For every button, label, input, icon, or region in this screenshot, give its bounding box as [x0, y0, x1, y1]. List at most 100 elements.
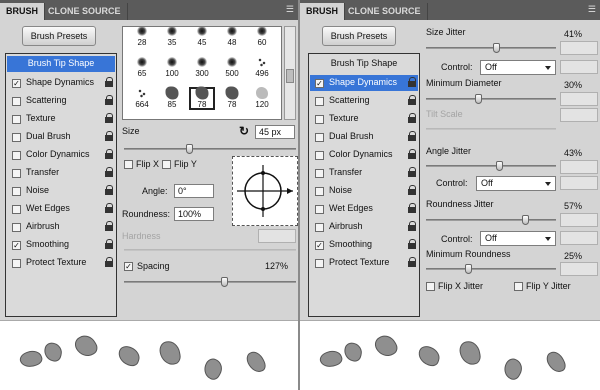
lock-icon[interactable]	[408, 203, 416, 213]
size-jitter-slider[interactable]	[426, 43, 556, 53]
flip-y-jitter-checkbox[interactable]	[514, 282, 523, 291]
option-brush-tip-shape[interactable]: Brush Tip Shape	[7, 56, 115, 72]
option-wet-edges[interactable]: Wet Edges	[310, 201, 418, 217]
option-checkbox[interactable]	[315, 259, 324, 268]
tab-clone-source[interactable]: CLONE SOURCE	[42, 3, 128, 20]
option-checkbox[interactable]: ✓	[315, 79, 324, 88]
option-scattering[interactable]: Scattering	[7, 93, 115, 109]
lock-icon[interactable]	[105, 95, 113, 105]
brush-tip-preset[interactable]: 78	[219, 86, 245, 110]
lock-icon[interactable]	[408, 167, 416, 177]
option-checkbox[interactable]	[315, 169, 324, 178]
option-transfer[interactable]: Transfer	[7, 165, 115, 181]
option-airbrush[interactable]: Airbrush	[310, 219, 418, 235]
lock-icon[interactable]	[105, 257, 113, 267]
option-color-dynamics[interactable]: Color Dynamics	[310, 147, 418, 163]
option-checkbox[interactable]	[12, 115, 21, 124]
brush-tip-preset[interactable]: 28	[129, 27, 155, 48]
option-protect-texture[interactable]: Protect Texture	[310, 255, 418, 271]
option-shape-dynamics[interactable]: ✓ Shape Dynamics	[7, 75, 115, 91]
option-checkbox[interactable]: ✓	[315, 241, 324, 250]
option-checkbox[interactable]	[12, 187, 21, 196]
brush-tip-preset[interactable]: 100	[159, 56, 185, 79]
option-wet-edges[interactable]: Wet Edges	[7, 201, 115, 217]
option-checkbox[interactable]	[315, 223, 324, 232]
option-texture[interactable]: Texture	[310, 111, 418, 127]
option-brush-tip-shape[interactable]: Brush Tip Shape	[310, 56, 418, 72]
option-checkbox[interactable]	[12, 259, 21, 268]
brush-presets-button[interactable]: Brush Presets	[22, 26, 96, 46]
option-dual-brush[interactable]: Dual Brush	[7, 129, 115, 145]
min-diameter-slider[interactable]	[426, 94, 556, 104]
min-roundness-slider[interactable]	[426, 264, 556, 274]
reset-size-icon[interactable]: ↻	[239, 124, 249, 138]
brush-tip-preset[interactable]: 500	[219, 56, 245, 79]
option-noise[interactable]: Noise	[7, 183, 115, 199]
option-checkbox[interactable]	[12, 97, 21, 106]
angle-jitter-slider[interactable]	[426, 161, 556, 171]
lock-icon[interactable]	[105, 185, 113, 195]
lock-icon[interactable]	[408, 95, 416, 105]
lock-icon[interactable]	[408, 239, 416, 249]
size-slider[interactable]	[124, 144, 296, 154]
option-smoothing[interactable]: ✓ Smoothing	[7, 237, 115, 253]
spacing-checkbox[interactable]: ✓	[124, 262, 133, 271]
option-protect-texture[interactable]: Protect Texture	[7, 255, 115, 271]
brush-presets-button[interactable]: Brush Presets	[322, 26, 396, 46]
option-checkbox[interactable]	[315, 151, 324, 160]
brush-tip-preset[interactable]: 35	[159, 27, 185, 48]
lock-icon[interactable]	[408, 149, 416, 159]
lock-icon[interactable]	[105, 149, 113, 159]
option-checkbox[interactable]	[12, 151, 21, 160]
lock-icon[interactable]	[105, 221, 113, 231]
brush-tip-preset[interactable]: 300	[189, 56, 215, 79]
option-checkbox[interactable]: ✓	[12, 241, 21, 250]
lock-icon[interactable]	[105, 131, 113, 141]
lock-icon[interactable]	[105, 239, 113, 249]
lock-icon[interactable]	[408, 221, 416, 231]
brush-tip-preset[interactable]: 45	[189, 27, 215, 48]
tab-brush[interactable]: BRUSH	[300, 3, 346, 20]
roundness-control-dropdown[interactable]: Off	[480, 231, 556, 246]
roundness-input[interactable]: 100%	[174, 207, 214, 221]
brush-tip-preset[interactable]: 120	[249, 87, 275, 110]
option-transfer[interactable]: Transfer	[310, 165, 418, 181]
option-checkbox[interactable]	[12, 133, 21, 142]
option-checkbox[interactable]	[315, 133, 324, 142]
option-airbrush[interactable]: Airbrush	[7, 219, 115, 235]
option-checkbox[interactable]	[315, 205, 324, 214]
option-checkbox[interactable]	[315, 97, 324, 106]
lock-icon[interactable]	[408, 131, 416, 141]
option-dual-brush[interactable]: Dual Brush	[310, 129, 418, 145]
lock-icon[interactable]	[408, 257, 416, 267]
lock-icon[interactable]	[105, 203, 113, 213]
brush-tip-preset[interactable]: 65	[129, 56, 155, 79]
flip-x-checkbox[interactable]	[124, 160, 133, 169]
option-checkbox[interactable]	[315, 115, 324, 124]
brush-tip-preset[interactable]: 60	[249, 27, 275, 48]
brush-tip-preset[interactable]: 78	[189, 86, 215, 110]
lock-icon[interactable]	[105, 113, 113, 123]
brush-tip-preset[interactable]: 664	[129, 87, 155, 110]
brush-grid-scrollbar[interactable]	[284, 26, 296, 120]
lock-icon[interactable]	[408, 185, 416, 195]
lock-icon[interactable]	[408, 113, 416, 123]
brush-tip-preset[interactable]: 496	[249, 56, 275, 79]
option-shape-dynamics[interactable]: ✓ Shape Dynamics	[310, 75, 418, 91]
option-checkbox[interactable]	[315, 187, 324, 196]
brush-tip-grid[interactable]: 28 35 45 48 60 65 100 300 500 496 664 85 78 78 120	[122, 26, 282, 120]
flip-x-jitter-checkbox[interactable]	[426, 282, 435, 291]
panel-menu-icon[interactable]: ☰	[588, 4, 596, 15]
flip-y-checkbox[interactable]	[162, 160, 171, 169]
option-checkbox[interactable]: ✓	[12, 79, 21, 88]
angle-input[interactable]: 0°	[174, 184, 214, 198]
angle-control-dropdown[interactable]: Off	[476, 176, 556, 191]
scrollbar-thumb[interactable]	[286, 69, 294, 83]
tab-brush[interactable]: BRUSH	[0, 3, 46, 20]
tab-clone-source[interactable]: CLONE SOURCE	[342, 3, 428, 20]
spacing-slider[interactable]	[124, 277, 296, 287]
option-checkbox[interactable]	[12, 205, 21, 214]
lock-icon[interactable]	[105, 167, 113, 177]
brush-tip-preset[interactable]: 85	[159, 86, 185, 110]
brush-tip-preset[interactable]: 48	[219, 27, 245, 48]
